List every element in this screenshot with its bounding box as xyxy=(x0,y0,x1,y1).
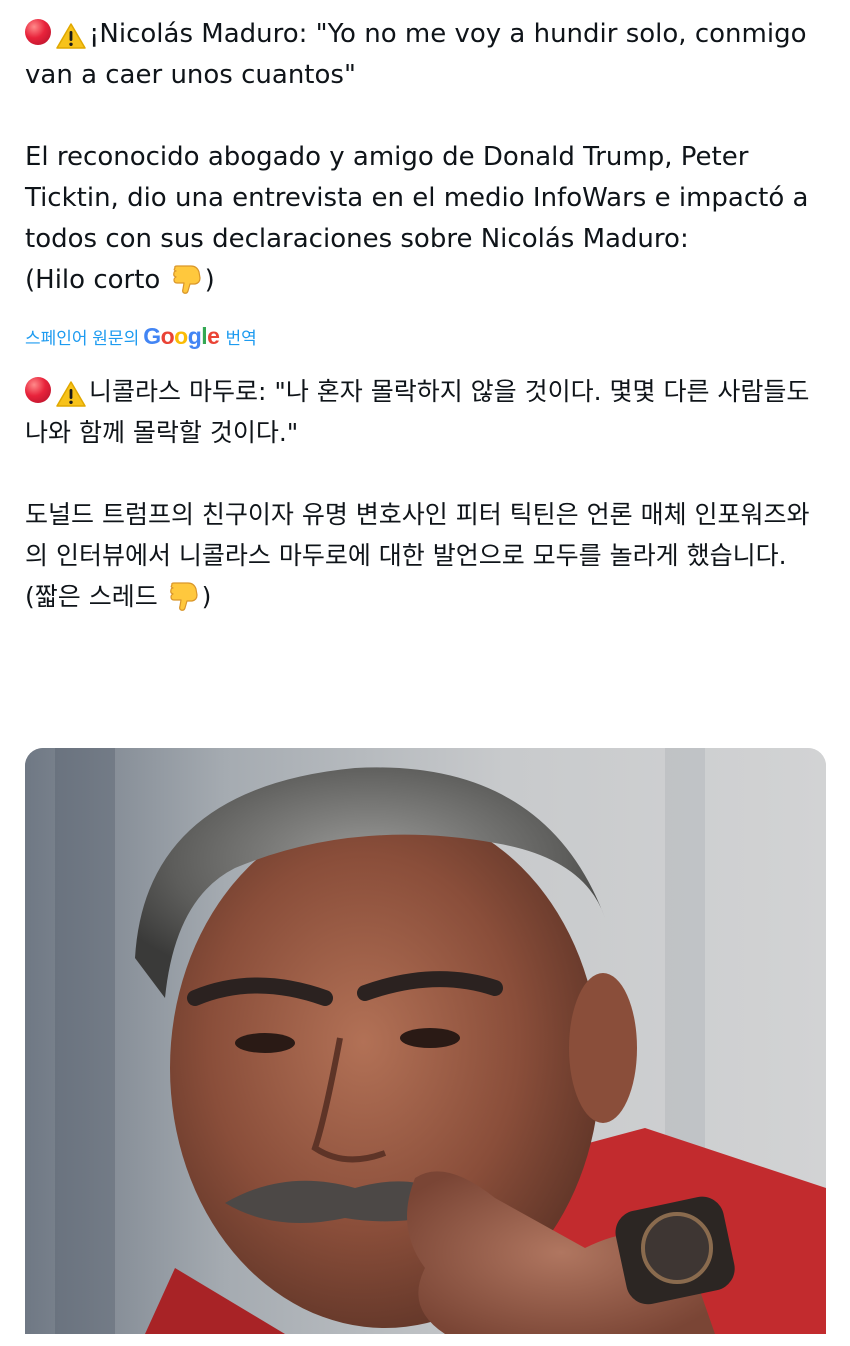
translate-attribution-link[interactable]: 스페인어 원문의 Google 번역 xyxy=(25,321,825,351)
point-down-icon xyxy=(168,581,200,623)
thread-note-prefix: (Hilo corto xyxy=(25,265,169,295)
tweet-photo[interactable] xyxy=(25,748,826,1334)
original-thread-note: (Hilo corto ) xyxy=(25,260,825,307)
translated-text: 니콜라스 마두로: "나 혼자 몰락하지 않을 것이다. 몇몇 다른 사람들도 … xyxy=(25,371,825,623)
translate-prefix: 스페인어 원문의 xyxy=(25,328,140,348)
original-body: El reconocido abogado y amigo de Donald … xyxy=(25,142,817,254)
original-headline-text: ¡Nicolás Maduro: "Yo no me voy a hundir … xyxy=(25,19,815,90)
thread-note-suffix: ) xyxy=(201,582,212,611)
thread-note-prefix: (짧은 스레드 xyxy=(25,582,166,611)
translated-body: 도널드 트럼프의 친구이자 유명 변호사인 피터 틱틴은 언론 매체 인포워즈와… xyxy=(25,500,810,570)
translated-headline-text: 니콜라스 마두로: "나 혼자 몰락하지 않을 것이다. 몇몇 다른 사람들도 … xyxy=(25,377,818,447)
red-circle-icon xyxy=(25,19,51,45)
tweet-content: ¡Nicolás Maduro: "Yo no me voy a hundir … xyxy=(25,14,825,623)
translated-headline: 니콜라스 마두로: "나 혼자 몰락하지 않을 것이다. 몇몇 다른 사람들도 … xyxy=(25,371,825,453)
translate-suffix: 번역 xyxy=(225,328,257,348)
red-circle-icon xyxy=(25,377,51,403)
google-logo: Google xyxy=(143,322,220,349)
translated-thread-note: (짧은 스레드 ) xyxy=(25,576,825,623)
thread-note-suffix: ) xyxy=(204,265,215,295)
point-down-icon xyxy=(171,264,203,307)
photo-illustration xyxy=(25,748,826,1334)
original-headline: ¡Nicolás Maduro: "Yo no me voy a hundir … xyxy=(25,14,825,96)
